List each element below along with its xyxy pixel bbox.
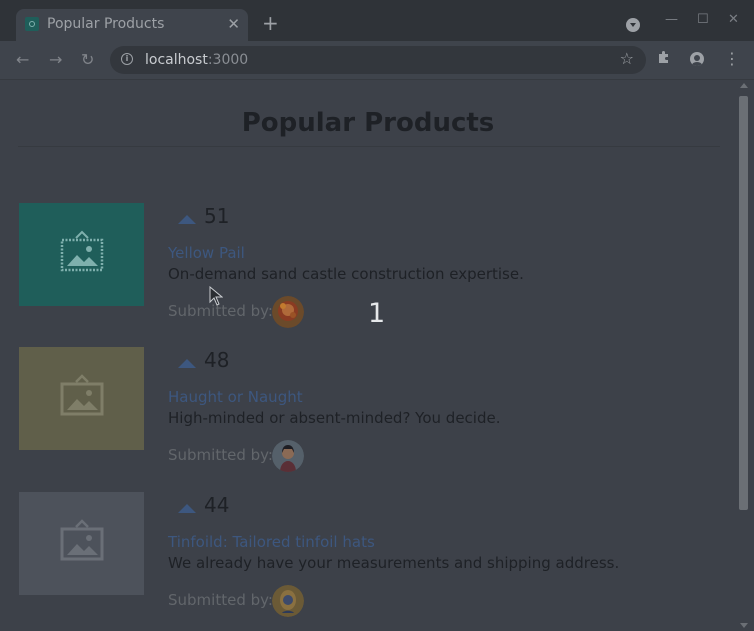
vote-count: 48: [204, 348, 230, 372]
maximize-icon[interactable]: ☐: [697, 12, 709, 27]
upvote-icon[interactable]: [178, 215, 196, 224]
product-item: 48 Haught or Naught High-minded or absen…: [0, 347, 736, 477]
image-placeholder-icon: [60, 519, 104, 561]
new-tab-button[interactable]: +: [262, 13, 279, 33]
product-image: [19, 347, 144, 450]
overlay-step-number: 1: [368, 298, 386, 329]
submitter-avatar: [272, 440, 304, 472]
product-image: [19, 203, 144, 306]
product-description: High-minded or absent-minded? You decide…: [168, 409, 501, 427]
url-text[interactable]: localhost:3000: [145, 52, 248, 68]
tab-strip: Popular Products ✕ + — ☐ ✕: [0, 0, 754, 41]
favicon-icon: [25, 17, 39, 31]
scroll-down-icon[interactable]: [740, 623, 748, 628]
browser-toolbar: ← → ↻ i localhost:3000 ☆ ⋮: [0, 41, 754, 80]
address-bar[interactable]: i localhost:3000 ☆: [110, 46, 646, 74]
scroll-thumb[interactable]: [739, 96, 748, 510]
image-placeholder-icon: [60, 230, 104, 272]
tab-search-icon[interactable]: [626, 18, 640, 32]
star-icon[interactable]: ☆: [620, 49, 634, 68]
profile-icon[interactable]: [690, 52, 704, 66]
product-title-link[interactable]: Yellow Pail: [168, 244, 245, 262]
product-description: On-demand sand castle construction exper…: [168, 265, 524, 283]
menu-icon[interactable]: ⋮: [724, 49, 740, 68]
scroll-up-icon[interactable]: [740, 83, 748, 88]
vote-count: 44: [204, 493, 230, 517]
product-image: [19, 492, 144, 595]
product-description: We already have your measurements and sh…: [168, 554, 620, 572]
product-title-link[interactable]: Haught or Naught: [168, 388, 303, 406]
vote-count: 51: [204, 204, 230, 228]
minimize-icon[interactable]: —: [665, 12, 678, 27]
submitter-avatar: [272, 585, 304, 617]
upvote-icon[interactable]: [178, 504, 196, 513]
close-window-icon[interactable]: ✕: [728, 12, 739, 27]
back-arrow-icon[interactable]: ←: [16, 50, 29, 69]
page-title: Popular Products: [241, 108, 495, 138]
page-content: Popular Products 51 Yellow Pail On-deman…: [0, 80, 736, 631]
title-divider: [18, 146, 720, 147]
submitted-by-label: Submitted by:: [168, 591, 273, 609]
page-scrollbar[interactable]: [736, 80, 754, 631]
product-title-link[interactable]: Tinfoild: Tailored tinfoil hats: [168, 533, 375, 551]
product-item: 44 Tinfoild: Tailored tinfoil hats We al…: [0, 492, 736, 622]
upvote-icon[interactable]: [178, 359, 196, 368]
browser-tab[interactable]: Popular Products ✕: [16, 9, 248, 41]
tab-title: Popular Products: [47, 16, 165, 32]
reload-icon[interactable]: ↻: [81, 50, 94, 69]
info-icon[interactable]: i: [121, 53, 133, 65]
submitted-by-label: Submitted by:: [168, 446, 273, 464]
image-placeholder-icon: [60, 374, 104, 416]
mouse-cursor-icon: [209, 286, 223, 306]
submitter-avatar: [272, 296, 304, 328]
extensions-icon[interactable]: [656, 49, 672, 69]
tab-close-icon[interactable]: ✕: [227, 15, 240, 33]
forward-arrow-icon[interactable]: →: [49, 50, 62, 69]
